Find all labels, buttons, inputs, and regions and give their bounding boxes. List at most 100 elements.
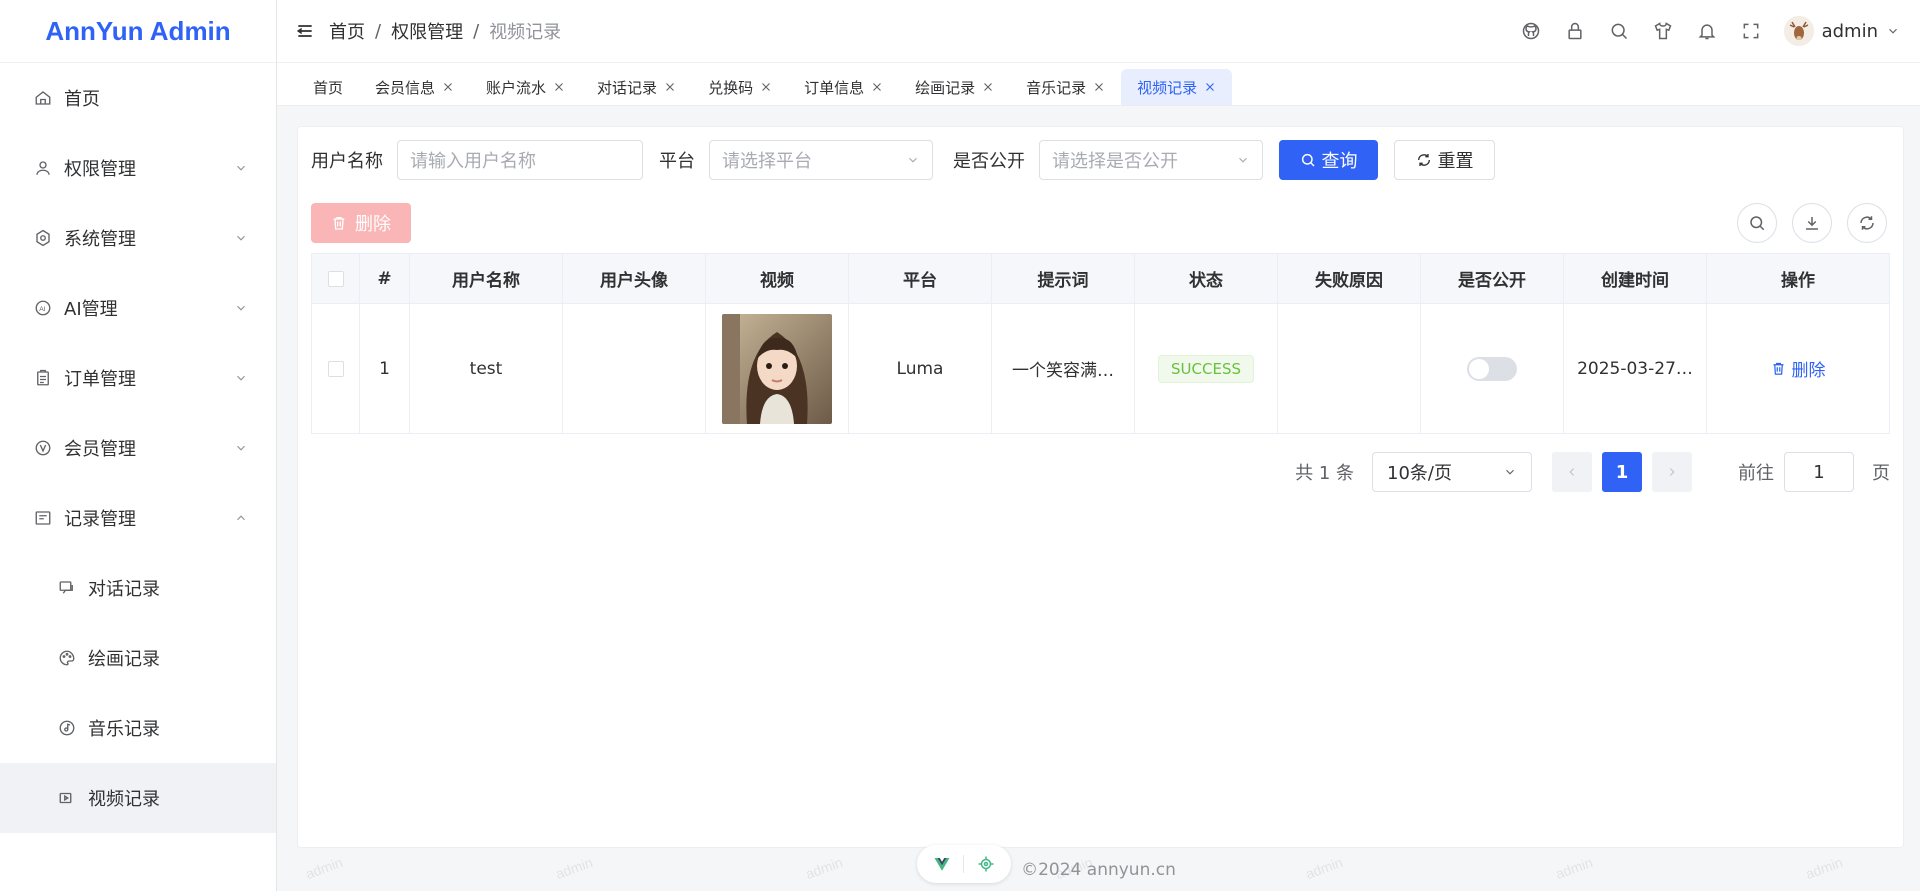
lock-icon[interactable] (1564, 20, 1586, 42)
goto-unit: 页 (1872, 463, 1890, 484)
video-icon (58, 789, 76, 807)
breadcrumb-separator: / (473, 20, 480, 42)
github-icon[interactable] (1520, 20, 1542, 42)
query-button[interactable]: 查询 (1279, 140, 1378, 180)
vue-logo-icon[interactable] (933, 855, 951, 873)
fullscreen-icon[interactable] (1740, 20, 1762, 42)
select-placeholder: 请选择平台 (722, 151, 812, 172)
tab-label: 订单信息 (804, 78, 865, 97)
sidebar-subitem-drawing-records[interactable]: 绘画记录 (0, 623, 276, 693)
sidebar-item-label: 记录管理 (64, 509, 136, 530)
username[interactable]: admin (1822, 21, 1878, 42)
username-filter-input[interactable]: 请输入用户名称 (397, 140, 643, 180)
app-logo: AnnYun Admin (0, 0, 276, 63)
sidebar-item-records[interactable]: 记录管理 (0, 483, 276, 553)
sidebar-subitem-chat-records[interactable]: 对话记录 (0, 553, 276, 623)
platform-filter-select[interactable]: 请选择平台 (709, 140, 933, 180)
tabs-bar: 首页 会员信息 账户流水 对话记录 兑换码 订单信息 绘画记录 音乐记录 视频记录 (277, 63, 1920, 106)
chevron-left-icon (1569, 468, 1575, 476)
bulk-delete-button[interactable]: 删除 (311, 203, 411, 243)
close-icon[interactable] (664, 81, 676, 93)
close-icon[interactable] (1204, 81, 1216, 93)
breadcrumb: 首页 / 权限管理 / 视频记录 (329, 18, 561, 44)
tab-item[interactable]: 会员信息 (359, 69, 470, 105)
chevron-down-icon (1506, 469, 1514, 475)
copyright-text: ©2024 annyun.cn (1021, 859, 1176, 880)
video-records-table: # 用户名称 用户头像 视频 平台 提示词 状态 失败原因 是否公开 创建时间 … (311, 253, 1890, 434)
table-tools (1722, 203, 1887, 243)
reset-button[interactable]: 重置 (1394, 140, 1495, 180)
tab-label: 兑换码 (708, 78, 754, 97)
row-delete-link[interactable]: 删除 (1771, 356, 1826, 381)
sidebar-item-orders[interactable]: 订单管理 (0, 343, 276, 413)
search-icon (1300, 152, 1316, 168)
column-header: 视频 (705, 253, 849, 304)
search-form: 用户名称 请输入用户名称 平台 请选择平台 是否公开 请选择是否公开 查询 重置 (311, 140, 1495, 180)
sidebar-item-members[interactable]: 会员管理 (0, 413, 276, 483)
tab-item[interactable]: 账户流水 (470, 69, 581, 105)
chevron-down-icon (237, 305, 245, 311)
sidebar-item-ai[interactable]: AI AI管理 (0, 273, 276, 343)
chevron-down-icon (237, 445, 245, 451)
public-filter-select[interactable]: 请选择是否公开 (1039, 140, 1263, 180)
chat-icon (58, 579, 76, 597)
tab-item[interactable]: 兑换码 (692, 69, 788, 105)
tab-label: 首页 (313, 78, 344, 97)
column-header: 失败原因 (1277, 253, 1421, 304)
close-icon[interactable] (982, 81, 994, 93)
tab-item[interactable]: 视频记录 (1121, 69, 1233, 105)
tab-item[interactable]: 订单信息 (788, 69, 899, 105)
tab-label: 会员信息 (375, 78, 436, 97)
pagination: 共 1 条 10条/页 1 前往 1 页 (1295, 452, 1890, 492)
bell-icon[interactable] (1696, 20, 1718, 42)
goto-page-input[interactable]: 1 (1784, 452, 1854, 492)
row-checkbox[interactable] (327, 360, 344, 377)
shirt-icon[interactable] (1652, 20, 1674, 42)
next-page-button[interactable] (1652, 452, 1692, 492)
chevron-down-icon[interactable] (1886, 24, 1900, 38)
search-icon (1750, 216, 1765, 231)
menu-toggle-icon[interactable] (295, 21, 315, 41)
sidebar-item-label: 会员管理 (64, 439, 136, 460)
search-icon[interactable] (1608, 20, 1630, 42)
reset-button-label: 重置 (1437, 151, 1474, 172)
export-button[interactable] (1792, 203, 1832, 243)
chevron-up-icon (237, 515, 245, 521)
sidebar-item-home[interactable]: 首页 (0, 63, 276, 133)
tab-item[interactable]: 对话记录 (581, 69, 692, 105)
close-icon[interactable] (871, 81, 883, 93)
home-icon (34, 89, 52, 107)
sidebar-item-label: 对话记录 (88, 579, 160, 600)
devtools-widget[interactable] (917, 845, 1011, 883)
pagination-total: 共 1 条 (1295, 463, 1354, 484)
tab-item[interactable]: 绘画记录 (899, 69, 1010, 105)
sidebar-subitem-video-records[interactable]: 视频记录 (0, 763, 276, 833)
sidebar-item-label: 绘画记录 (88, 649, 160, 670)
breadcrumb-item[interactable]: 权限管理 (391, 18, 463, 44)
sidebar-subitem-music-records[interactable]: 音乐记录 (0, 693, 276, 763)
video-thumbnail[interactable] (722, 313, 832, 424)
close-icon[interactable] (760, 81, 772, 93)
sidebar-item-system[interactable]: 系统管理 (0, 203, 276, 273)
avatar[interactable] (1783, 16, 1814, 46)
refresh-button[interactable] (1847, 203, 1887, 243)
prev-page-button[interactable] (1552, 452, 1592, 492)
inspector-icon[interactable] (977, 855, 995, 873)
page-size-select[interactable]: 10条/页 (1372, 452, 1532, 492)
toggle-search-button[interactable] (1737, 203, 1777, 243)
row-select-cell (311, 303, 360, 434)
sidebar-item-permissions[interactable]: 权限管理 (0, 133, 276, 203)
public-toggle[interactable] (1467, 356, 1517, 381)
chevron-right-icon (1669, 468, 1675, 476)
tab-label: 对话记录 (597, 78, 658, 97)
breadcrumb-item[interactable]: 首页 (329, 18, 365, 44)
trash-icon (1771, 361, 1786, 376)
select-all-checkbox[interactable] (327, 270, 344, 287)
close-icon[interactable] (553, 81, 565, 93)
tab-item[interactable]: 首页 (297, 69, 359, 105)
close-icon[interactable] (1093, 81, 1105, 93)
page-number-button[interactable]: 1 (1602, 452, 1642, 492)
row-avatar (562, 303, 706, 434)
tab-item[interactable]: 音乐记录 (1010, 69, 1121, 105)
close-icon[interactable] (442, 81, 454, 93)
